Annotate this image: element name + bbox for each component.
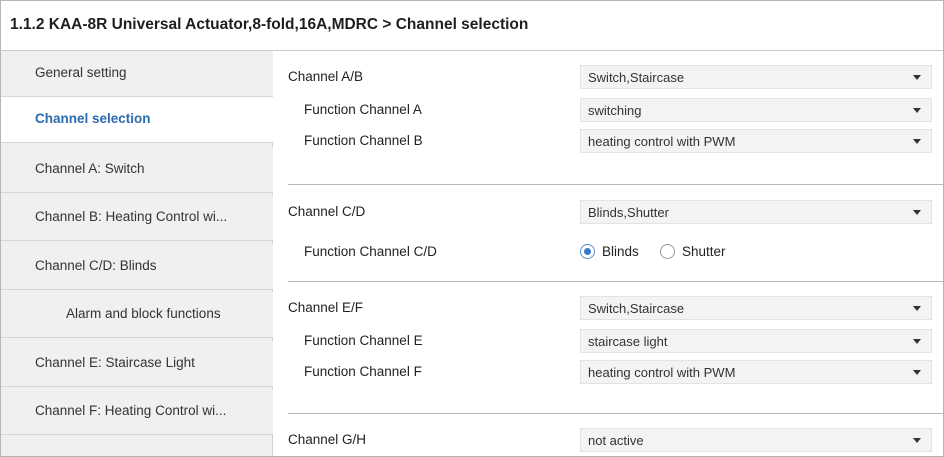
param-label: Function Channel F bbox=[304, 364, 422, 379]
page-title: 1.1.2 KAA-8R Universal Actuator,8-fold,1… bbox=[10, 16, 529, 33]
select-value: not active bbox=[588, 433, 644, 448]
param-label: Channel A/B bbox=[288, 69, 364, 84]
param-row-function-b: Function Channel B heating control with … bbox=[274, 125, 943, 157]
parameter-panel: Channel A/B Switch,Staircase Function Ch… bbox=[274, 51, 943, 456]
chevron-down-icon bbox=[913, 438, 921, 443]
section-divider bbox=[288, 184, 943, 185]
param-label: Channel E/F bbox=[288, 300, 364, 315]
chevron-down-icon bbox=[913, 339, 921, 344]
param-label: Channel G/H bbox=[288, 432, 367, 447]
select-value: switching bbox=[588, 103, 642, 118]
sidebar-item-label: Channel C/D: Blinds bbox=[35, 258, 157, 273]
sidebar-item-label: Channel selection bbox=[35, 111, 151, 126]
sidebar-item-general-setting[interactable]: General setting bbox=[1, 51, 273, 97]
radio-unchecked-icon bbox=[660, 244, 675, 259]
channel-gh-select[interactable]: not active bbox=[580, 428, 932, 452]
select-value: Switch,Staircase bbox=[588, 70, 685, 85]
function-channel-a-select[interactable]: switching bbox=[580, 98, 932, 122]
chevron-down-icon bbox=[913, 210, 921, 215]
chevron-down-icon bbox=[913, 139, 921, 144]
function-channel-e-select[interactable]: staircase light bbox=[580, 329, 932, 353]
sidebar-item-channel-selection[interactable]: Channel selection bbox=[1, 97, 274, 143]
chevron-down-icon bbox=[913, 306, 921, 311]
param-label: Function Channel E bbox=[304, 333, 423, 348]
select-value: staircase light bbox=[588, 334, 668, 349]
parameter-window: 1.1.2 KAA-8R Universal Actuator,8-fold,1… bbox=[0, 0, 944, 457]
sidebar-item-label: Channel F: Heating Control wi... bbox=[35, 403, 227, 418]
param-row-channel-ef: Channel E/F Switch,Staircase bbox=[274, 292, 943, 324]
channel-ab-select[interactable]: Switch,Staircase bbox=[580, 65, 932, 89]
function-channel-b-select[interactable]: heating control with PWM bbox=[580, 129, 932, 153]
channel-ef-select[interactable]: Switch,Staircase bbox=[580, 296, 932, 320]
chevron-down-icon bbox=[913, 370, 921, 375]
chevron-down-icon bbox=[913, 75, 921, 80]
section-divider bbox=[288, 281, 943, 282]
param-row-function-f: Function Channel F heating control with … bbox=[274, 356, 943, 388]
select-value: Switch,Staircase bbox=[588, 301, 685, 316]
sidebar-item-channel-b-heating[interactable]: Channel B: Heating Control wi... bbox=[1, 195, 273, 241]
sidebar: General setting Channel selection Channe… bbox=[1, 51, 274, 456]
radio-checked-icon bbox=[580, 244, 595, 259]
sidebar-item-label: Channel A: Switch bbox=[35, 161, 145, 176]
sidebar-item-alarm-block[interactable]: Alarm and block functions bbox=[1, 292, 273, 338]
param-label: Function Channel C/D bbox=[304, 244, 437, 259]
sidebar-item-channel-f-heating[interactable]: Channel F: Heating Control wi... bbox=[1, 389, 273, 435]
select-value: heating control with PWM bbox=[588, 365, 736, 380]
channel-cd-select[interactable]: Blinds,Shutter bbox=[580, 200, 932, 224]
select-value: Blinds,Shutter bbox=[588, 205, 669, 220]
param-row-channel-cd: Channel C/D Blinds,Shutter bbox=[274, 196, 943, 228]
param-label: Function Channel B bbox=[304, 133, 423, 148]
function-channel-f-select[interactable]: heating control with PWM bbox=[580, 360, 932, 384]
param-row-function-a: Function Channel A switching bbox=[274, 94, 943, 126]
param-label: Function Channel A bbox=[304, 102, 422, 117]
param-row-function-cd: Function Channel C/D Blinds Shutter bbox=[274, 236, 943, 268]
chevron-down-icon bbox=[913, 108, 921, 113]
param-row-function-e: Function Channel E staircase light bbox=[274, 325, 943, 357]
sidebar-item-label: Channel E: Staircase Light bbox=[35, 355, 195, 370]
radio-label: Blinds bbox=[602, 244, 639, 259]
title-bar: 1.1.2 KAA-8R Universal Actuator,8-fold,1… bbox=[1, 1, 943, 51]
sidebar-item-channel-a-switch[interactable]: Channel A: Switch bbox=[1, 147, 273, 193]
radio-label: Shutter bbox=[682, 244, 726, 259]
param-label: Channel C/D bbox=[288, 204, 366, 219]
section-divider bbox=[288, 413, 943, 414]
param-row-channel-ab: Channel A/B Switch,Staircase bbox=[274, 61, 943, 93]
param-row-channel-gh: Channel G/H not active bbox=[274, 424, 943, 456]
sidebar-item-channel-cd-blinds[interactable]: Channel C/D: Blinds bbox=[1, 244, 273, 290]
sidebar-item-label: Channel B: Heating Control wi... bbox=[35, 209, 228, 224]
select-value: heating control with PWM bbox=[588, 134, 736, 149]
sidebar-item-channel-e-staircase[interactable]: Channel E: Staircase Light bbox=[1, 341, 273, 387]
sidebar-item-label: Alarm and block functions bbox=[66, 306, 221, 321]
sidebar-item-label: General setting bbox=[35, 65, 127, 80]
